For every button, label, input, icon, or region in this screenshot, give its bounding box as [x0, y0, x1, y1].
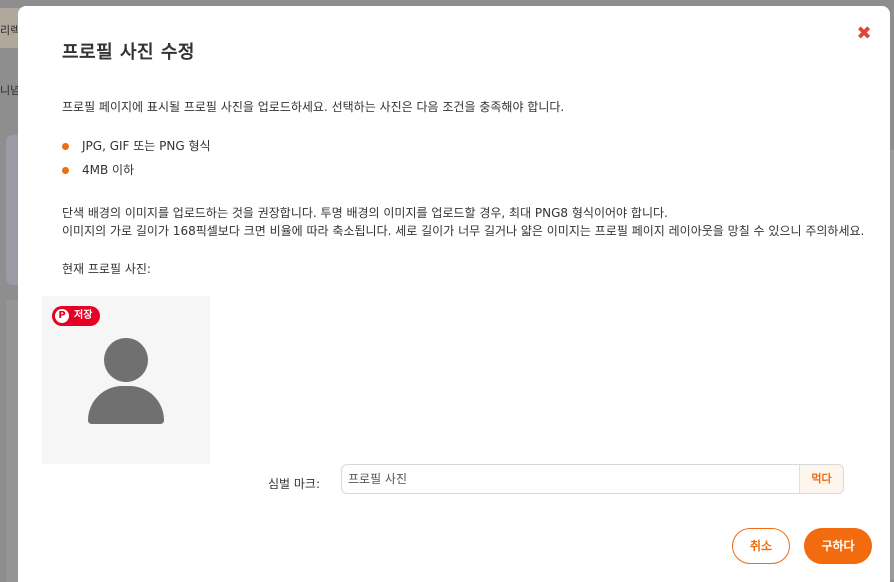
notice-line: 이미지의 가로 길이가 168픽셀보다 크면 비율에 따라 축소됩니다. 세로 …	[62, 224, 865, 238]
cancel-button[interactable]: 취소	[732, 528, 790, 564]
symbol-mark-label: 심벌 마크:	[268, 477, 321, 491]
submit-button[interactable]: 구하다	[804, 528, 872, 564]
avatar-body-icon	[88, 386, 164, 424]
close-icon[interactable]: ✖	[854, 24, 874, 44]
pinterest-save-label: 저장	[74, 310, 93, 321]
notice-line: 단색 배경의 이미지를 업로드하는 것을 권장합니다. 투명 배경의 이미지를 …	[62, 206, 668, 220]
notice-text: 단색 배경의 이미지를 업로드하는 것을 권장합니다. 투명 배경의 이미지를 …	[62, 204, 864, 240]
modal-title: 프로필 사진 수정	[62, 42, 195, 63]
symbol-mark-apply-button[interactable]: 먹다	[799, 465, 843, 493]
list-item: JPG, GIF 또는 PNG 형식	[62, 138, 211, 162]
symbol-mark-input[interactable]	[342, 465, 800, 493]
list-item: 4MB 이하	[62, 162, 211, 186]
requirements-list: JPG, GIF 또는 PNG 형식 4MB 이하	[62, 138, 211, 186]
pinterest-icon: P	[55, 309, 69, 323]
symbol-mark-field: 먹다	[341, 464, 844, 494]
background-edge	[890, 150, 894, 580]
avatar-head-icon	[104, 338, 148, 382]
intro-text: 프로필 페이지에 표시될 프로필 사진을 업로드하세요. 선택하는 사진은 다음…	[62, 100, 565, 114]
pinterest-save-button[interactable]: P 저장	[52, 306, 100, 326]
current-photo-label: 현재 프로필 사진:	[62, 262, 151, 276]
profile-photo-modal: 프로필 사진 수정 ✖ 프로필 페이지에 표시될 프로필 사진을 업로드하세요.…	[18, 6, 890, 582]
